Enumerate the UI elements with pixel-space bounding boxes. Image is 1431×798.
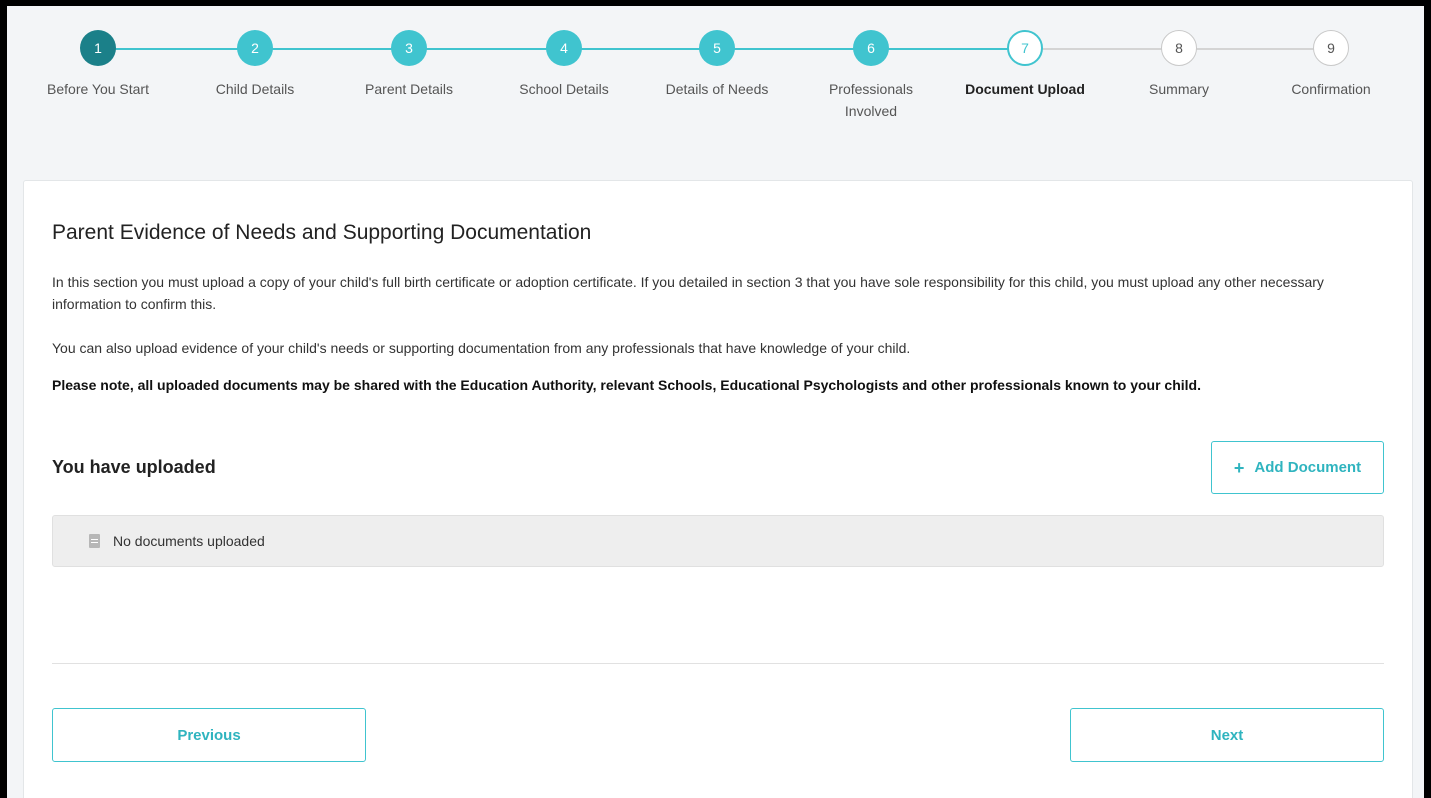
- step-8-number: 8: [1161, 30, 1197, 66]
- document-upload-card: Parent Evidence of Needs and Supporting …: [23, 180, 1413, 798]
- progress-stepper: 1 Before You Start 2 Child Details 3 Par…: [7, 6, 1424, 181]
- step-2-number: 2: [237, 30, 273, 66]
- step-1[interactable]: 1 Before You Start: [28, 30, 168, 100]
- divider: [52, 663, 1384, 664]
- next-label: Next: [1210, 726, 1244, 744]
- previous-button[interactable]: Previous: [52, 708, 366, 762]
- document-icon: [89, 534, 100, 548]
- page-frame: 1 Before You Start 2 Child Details 3 Par…: [7, 6, 1424, 798]
- previous-label: Previous: [177, 726, 241, 744]
- step-1-number: 1: [80, 30, 116, 66]
- step-6[interactable]: 6 Professionals Involved: [816, 30, 926, 122]
- step-3-number: 3: [391, 30, 427, 66]
- step-5-label: Details of Needs: [665, 81, 769, 97]
- step-9-label: Confirmation: [1291, 81, 1371, 97]
- plus-icon: +: [1233, 457, 1245, 478]
- step-5-number: 5: [699, 30, 735, 66]
- step-4[interactable]: 4 School Details: [494, 30, 634, 100]
- step-9-number: 9: [1313, 30, 1349, 66]
- step-2[interactable]: 2 Child Details: [185, 30, 325, 100]
- step-5[interactable]: 5 Details of Needs: [647, 30, 787, 100]
- uploaded-heading: You have uploaded: [52, 457, 216, 477]
- instructions-paragraph: In this section you must upload a copy o…: [52, 274, 1324, 312]
- step-7-label: Document Upload: [965, 81, 1085, 97]
- step-7-number: 7: [1007, 30, 1043, 66]
- step-3-label: Parent Details: [365, 81, 453, 97]
- step-7[interactable]: 7 Document Upload: [955, 30, 1095, 100]
- step-2-label: Child Details: [215, 81, 295, 97]
- uploaded-documents-list: No documents uploaded: [52, 515, 1384, 567]
- sharing-notice: Please note, all uploaded documents may …: [52, 377, 1201, 393]
- page-title: Parent Evidence of Needs and Supporting …: [52, 221, 592, 244]
- step-9[interactable]: 9 Confirmation: [1261, 30, 1401, 100]
- step-3[interactable]: 3 Parent Details: [339, 30, 479, 100]
- step-1-label: Before You Start: [47, 81, 149, 97]
- add-document-label: Add Document: [1254, 459, 1362, 476]
- step-4-number: 4: [546, 30, 582, 66]
- step-6-label: Professionals Involved: [828, 81, 914, 119]
- add-document-button[interactable]: + Add Document: [1211, 441, 1384, 494]
- next-button[interactable]: Next: [1070, 708, 1384, 762]
- step-8-label: Summary: [1149, 81, 1209, 97]
- empty-uploads-text: No documents uploaded: [113, 533, 265, 549]
- step-6-number: 6: [853, 30, 889, 66]
- evidence-paragraph: You can also upload evidence of your chi…: [52, 340, 911, 356]
- step-8[interactable]: 8 Summary: [1109, 30, 1249, 100]
- step-4-label: School Details: [519, 81, 609, 97]
